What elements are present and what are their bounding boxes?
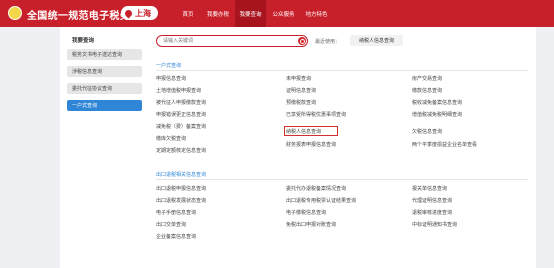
section-divider xyxy=(156,70,528,71)
query-link[interactable]: 出口交单查询 xyxy=(156,221,186,228)
query-link[interactable]: 已享受所得税优惠事项查询 xyxy=(286,111,346,118)
recent-label: 最近使用： xyxy=(315,39,341,45)
query-link[interactable]: 缴款信息查询 xyxy=(412,87,442,94)
section-title-export-refund: 出口退税相关信息查询 xyxy=(156,172,207,178)
nav-query[interactable]: 我要查询 xyxy=(235,0,266,27)
sidebar-title: 我要查询 xyxy=(72,38,95,44)
query-link[interactable]: 免税出口申报对账查询 xyxy=(286,221,336,228)
search-input[interactable] xyxy=(157,36,292,46)
nav-tax-handling[interactable]: 我要办税 xyxy=(203,0,233,27)
nav-public-service[interactable]: 公众服务 xyxy=(268,0,299,27)
region-label: 上海 xyxy=(135,8,151,18)
search-box xyxy=(156,35,308,47)
query-link[interactable]: 委托代办退税备案情况查询 xyxy=(286,185,346,192)
query-link[interactable]: 两个平季度损益企业名单查看 xyxy=(412,141,477,148)
nav-home[interactable]: 首页 xyxy=(175,0,201,27)
header-bar: 全国统一规范电子税务局 上海 首页 我要办税 我要查询 公众服务 地方特色 xyxy=(0,0,554,27)
query-link[interactable]: 预缴税款查询 xyxy=(286,99,316,106)
region-selector[interactable]: 上海 xyxy=(121,6,158,20)
recent-taxpayer-info-tag[interactable]: 纳税人信息查询 xyxy=(350,35,403,46)
section-title-one-stop: 一户式查询 xyxy=(156,63,182,69)
query-link[interactable]: 退税审核进度查询 xyxy=(412,209,452,216)
query-link[interactable]: 出口退税申报信息查询 xyxy=(156,185,206,192)
query-link[interactable]: 申报信息查询 xyxy=(156,75,186,82)
query-link[interactable]: 财务报表申报信息查询 xyxy=(286,141,336,148)
query-link[interactable]: 证明信息查询 xyxy=(286,87,316,94)
query-link[interactable]: 代理证明信息查询 xyxy=(412,197,452,204)
tax-logo-icon xyxy=(8,6,22,20)
query-link[interactable]: 欠税信息查询 xyxy=(412,128,442,135)
query-link[interactable]: 税收减免备案信息查询 xyxy=(412,99,462,106)
highlight-box xyxy=(284,126,338,136)
query-link[interactable]: 中标证明通知书查询 xyxy=(412,221,457,228)
query-link[interactable]: 被代征人申报缴款查询 xyxy=(156,99,206,106)
search-icon[interactable] xyxy=(298,37,306,45)
query-link[interactable]: 电子缴税信息查询 xyxy=(286,209,326,216)
nav-local-feature[interactable]: 地方特色 xyxy=(301,0,332,27)
query-link[interactable]: 报关单信息查询 xyxy=(412,185,447,192)
query-link[interactable]: 定期定额核定信息查询 xyxy=(156,147,206,154)
query-link[interactable]: 未申报查询 xyxy=(286,75,311,82)
query-link[interactable]: 减免税（费）备案查询 xyxy=(156,123,206,130)
query-link[interactable]: 房产交易查询 xyxy=(412,75,442,82)
sidebar-item-document-delivery[interactable]: 税务文书电子送达查询 xyxy=(67,49,142,60)
query-link[interactable]: 申报错误更正信息查询 xyxy=(156,111,206,118)
query-link[interactable]: 电子手册信息查询 xyxy=(156,209,196,216)
query-link[interactable]: 出口退税专用税票认证结果查询 xyxy=(286,197,356,204)
sidebar-item-one-stop-query[interactable]: 一户式查询 xyxy=(67,100,142,111)
main-panel: 我要查询 税务文书电子送达查询 涉税信息查询 委托代征协议查询 一户式查询 最近… xyxy=(60,27,536,268)
query-link[interactable]: 企业备案信息查询 xyxy=(156,233,196,240)
query-link[interactable]: 增值税减免税明细查询 xyxy=(412,111,462,118)
query-link[interactable]: 缴库欠税查询 xyxy=(156,135,186,142)
section-divider xyxy=(156,179,528,180)
sidebar-item-commission-agreement[interactable]: 委托代征协议查询 xyxy=(67,83,142,94)
query-link[interactable]: 土地增值税申报查询 xyxy=(156,87,201,94)
location-icon xyxy=(123,8,134,18)
query-link[interactable]: 出口退税发展状态查询 xyxy=(156,197,206,204)
sidebar-item-tax-info[interactable]: 涉税信息查询 xyxy=(67,66,142,77)
